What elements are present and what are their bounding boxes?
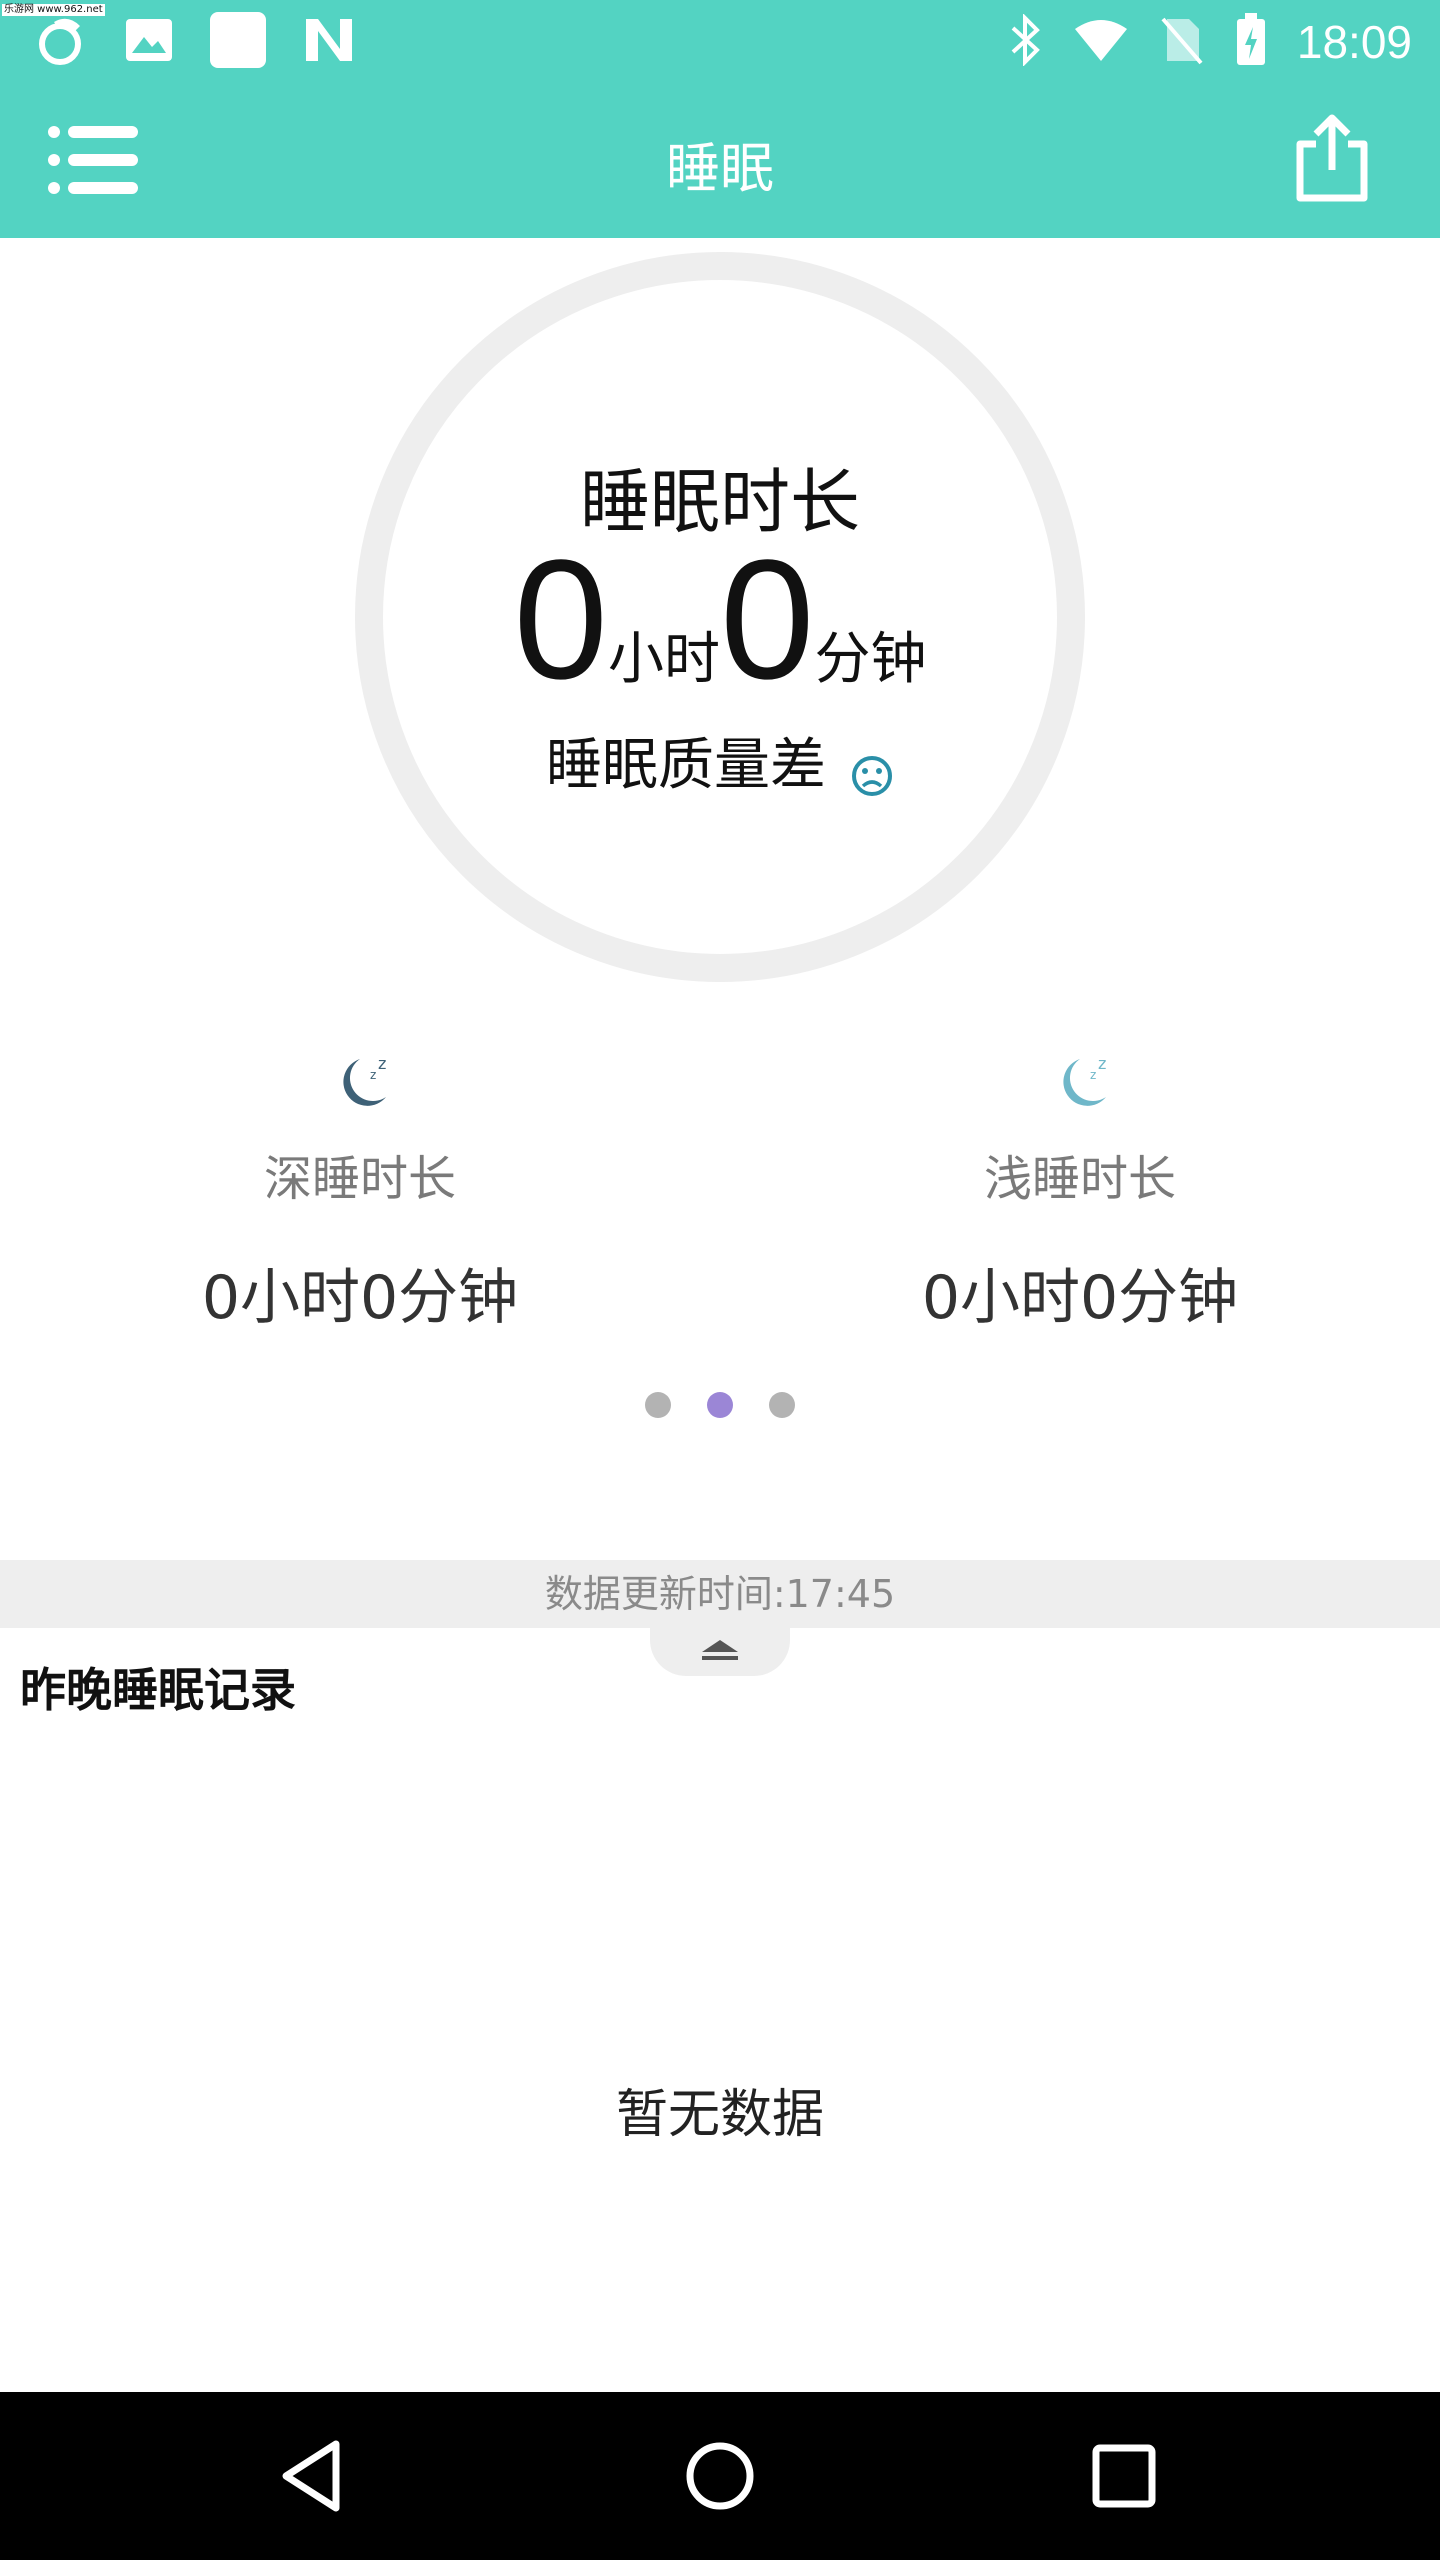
deep-sleep-label: 深睡时长 (263, 1151, 456, 1207)
sleep-quality: 睡眠质量差 (0, 720, 1440, 801)
share-icon[interactable] (1292, 114, 1372, 204)
page-title: 睡眠 (666, 137, 774, 200)
sad-face-icon (850, 747, 894, 796)
gallery-icon (124, 17, 174, 67)
svg-text:z: z (370, 1068, 376, 1082)
page-dot-2[interactable] (707, 1392, 733, 1418)
moon-light-icon: z z (1063, 1054, 1106, 1106)
page-dot-3[interactable] (769, 1392, 795, 1418)
deep-sleep-value: 0小时0分钟 (201, 1263, 519, 1333)
bluetooth-icon (1009, 13, 1043, 70)
eject-icon (702, 1640, 738, 1660)
battery-icon (1235, 13, 1267, 71)
svg-text:z: z (1090, 1068, 1096, 1082)
data-update-time: 数据更新时间:17:45 (0, 1560, 1440, 1628)
sleep-hours: 0 (513, 525, 608, 715)
sleep-minutes: 0 (720, 525, 815, 715)
back-icon[interactable] (274, 2436, 354, 2516)
status-bar: 乐游网 www.962.net 18:09 (0, 0, 1440, 84)
svg-text:z: z (1098, 1054, 1106, 1073)
recents-icon[interactable] (1084, 2436, 1164, 2516)
page-indicator (0, 1392, 1440, 1418)
deep-sleep-section: z z 深睡时长 0小时0分钟 (100, 1045, 620, 1336)
wifi-icon (1073, 17, 1129, 67)
home-icon[interactable] (680, 2436, 760, 2516)
last-night-records-title: 昨晚睡眠记录 (20, 1663, 296, 1717)
expand-handle[interactable] (650, 1628, 790, 1676)
page-dot-1[interactable] (645, 1392, 671, 1418)
navigation-bar (0, 2392, 1440, 2560)
no-sim-icon (1159, 15, 1205, 69)
moon-dark-icon: z z (343, 1054, 386, 1106)
sleep-duration-value: 0小时0分钟 (0, 535, 1440, 705)
n-icon (302, 15, 356, 69)
uc-browser-icon (34, 12, 90, 72)
status-time: 18:09 (1296, 16, 1412, 68)
light-sleep-label: 浅睡时长 (983, 1151, 1176, 1207)
app-bar: 睡眠 (0, 84, 1440, 238)
svg-text:z: z (378, 1054, 386, 1073)
blank-app-icon (208, 10, 268, 74)
hours-unit: 小时 (608, 627, 720, 692)
light-sleep-section: z z 浅睡时长 0小时0分钟 (820, 1045, 1340, 1336)
empty-state-text: 暂无数据 (615, 2085, 824, 2145)
sleep-quality-text: 睡眠质量差 (546, 733, 826, 798)
minutes-unit: 分钟 (814, 627, 927, 692)
light-sleep-value: 0小时0分钟 (921, 1263, 1239, 1333)
